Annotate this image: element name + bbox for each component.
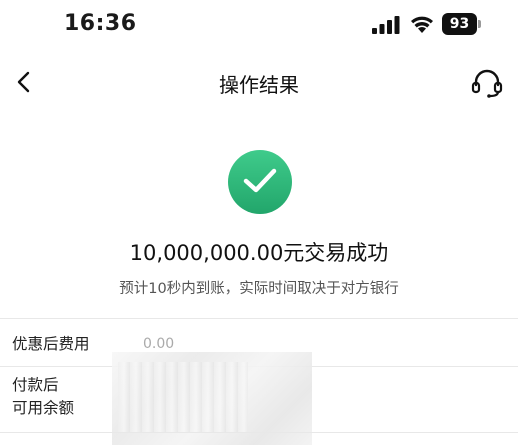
fee-value: 0.00 xyxy=(143,336,175,352)
fee-label: 优惠后费用 xyxy=(12,335,90,353)
divider xyxy=(0,432,518,433)
balance-label-line1: 付款后 xyxy=(12,376,59,394)
status-time: 16:36 xyxy=(64,11,137,36)
headset-icon xyxy=(471,69,503,98)
balance-label-line2: 可用余额 xyxy=(12,399,75,417)
customer-service-button[interactable] xyxy=(470,67,504,99)
divider xyxy=(0,318,518,319)
result-subtitle: 预计10秒内到账，实际时间取决于对方银行 xyxy=(119,281,399,297)
redacted-overlay xyxy=(118,362,248,432)
nav-bar: 操作结果 xyxy=(0,55,518,111)
page-title: 操作结果 xyxy=(219,73,299,97)
wifi-icon xyxy=(411,16,433,33)
check-circle-icon xyxy=(228,150,292,214)
cellular-signal-icon xyxy=(372,16,400,34)
result-title: 10,000,000.00元交易成功 xyxy=(129,241,389,265)
battery-level: 93 xyxy=(442,13,477,35)
battery-tip xyxy=(478,20,481,28)
battery-icon: 93 xyxy=(442,13,482,35)
checkmark-icon xyxy=(243,168,277,193)
status-bar: 16:36 93 xyxy=(0,0,518,50)
